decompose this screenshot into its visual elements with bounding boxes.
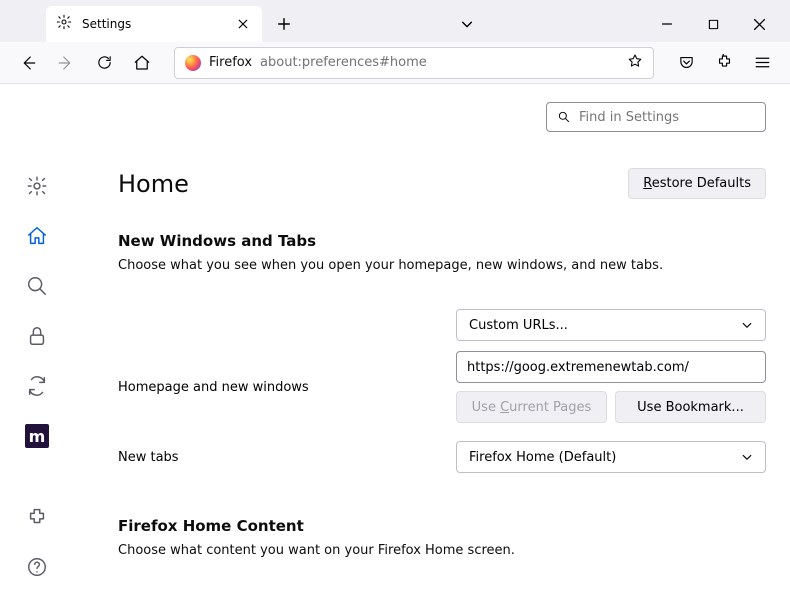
back-button[interactable] bbox=[12, 47, 44, 79]
close-icon[interactable] bbox=[234, 15, 252, 33]
forward-button[interactable] bbox=[50, 47, 82, 79]
section-desc: Choose what content you want on your Fir… bbox=[118, 543, 766, 558]
home-form: Custom URLs... Homepage and new windows … bbox=[118, 309, 766, 473]
menu-button[interactable] bbox=[746, 47, 778, 79]
tab-list-button[interactable] bbox=[450, 8, 484, 40]
reload-button[interactable] bbox=[88, 47, 120, 79]
use-bookmark-button[interactable]: Use Bookmark... bbox=[615, 391, 766, 423]
mozilla-icon: m bbox=[25, 424, 49, 448]
chevron-down-icon bbox=[741, 319, 753, 331]
sidebar-sync[interactable] bbox=[23, 372, 51, 400]
section-desc: Choose what you see when you open your h… bbox=[118, 258, 766, 273]
settings-main: Home Restore Defaults New Windows and Ta… bbox=[74, 84, 790, 601]
search-icon bbox=[557, 110, 571, 124]
sidebar-more-mozilla[interactable]: m bbox=[23, 422, 51, 450]
section-heading: New Windows and Tabs bbox=[118, 232, 766, 250]
url-bar[interactable]: Firefox about:preferences#home bbox=[174, 47, 654, 79]
newtabs-label: New tabs bbox=[118, 450, 456, 465]
home-button[interactable] bbox=[126, 47, 158, 79]
extensions-button[interactable] bbox=[708, 47, 740, 79]
sidebar-extensions[interactable] bbox=[23, 503, 51, 531]
content-area: m Home Restore Defaults New Windows and … bbox=[0, 84, 790, 601]
newtabs-value: Firefox Home (Default) bbox=[469, 450, 741, 465]
new-tab-button[interactable] bbox=[268, 8, 300, 40]
restore-defaults-button[interactable]: Restore Defaults bbox=[628, 168, 766, 199]
url-path: about:preferences#home bbox=[260, 55, 619, 70]
browser-tab[interactable]: Settings bbox=[46, 6, 262, 42]
window-controls bbox=[644, 8, 782, 40]
url-prefix: Firefox bbox=[209, 55, 252, 70]
section-heading: Firefox Home Content bbox=[118, 517, 766, 535]
pocket-button[interactable] bbox=[670, 47, 702, 79]
homepage-url-input[interactable] bbox=[456, 351, 766, 383]
settings-search-input[interactable] bbox=[579, 110, 755, 125]
settings-search[interactable] bbox=[546, 102, 766, 132]
sidebar-support[interactable] bbox=[23, 553, 51, 581]
firefox-logo-icon bbox=[185, 55, 201, 71]
homepage-mode-select[interactable]: Custom URLs... bbox=[456, 309, 766, 341]
minimize-button[interactable] bbox=[644, 8, 690, 40]
homepage-label: Homepage and new windows bbox=[118, 380, 456, 395]
toolbar: Firefox about:preferences#home bbox=[0, 42, 790, 84]
sidebar-privacy[interactable] bbox=[23, 322, 51, 350]
homepage-mode-value: Custom URLs... bbox=[469, 318, 741, 333]
newtabs-select[interactable]: Firefox Home (Default) bbox=[456, 441, 766, 473]
sidebar-search[interactable] bbox=[23, 272, 51, 300]
chevron-down-icon bbox=[741, 451, 753, 463]
tab-title: Settings bbox=[82, 17, 224, 31]
use-current-pages-button[interactable]: Use Current Pages bbox=[456, 391, 607, 423]
titlebar: Settings bbox=[0, 0, 790, 42]
sidebar-home[interactable] bbox=[23, 222, 51, 250]
gear-icon bbox=[56, 14, 72, 34]
sidebar-general[interactable] bbox=[23, 172, 51, 200]
settings-sidebar: m bbox=[0, 84, 74, 601]
close-window-button[interactable] bbox=[736, 8, 782, 40]
bookmark-star-icon[interactable] bbox=[627, 53, 643, 73]
maximize-button[interactable] bbox=[690, 8, 736, 40]
